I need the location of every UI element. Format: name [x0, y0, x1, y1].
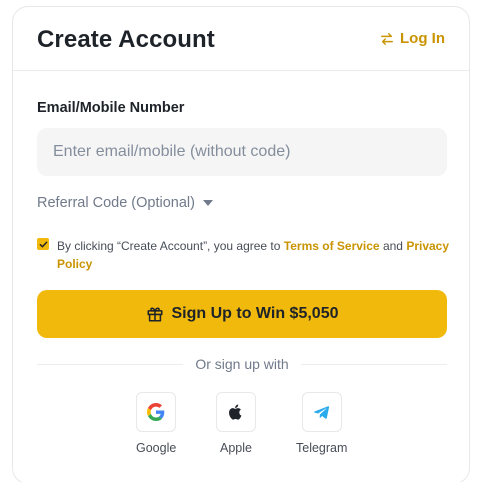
email-field[interactable] [37, 128, 447, 176]
agree-text: By clicking “Create Account”, you agree … [57, 237, 449, 273]
swap-icon [381, 32, 393, 45]
telegram-icon [313, 406, 329, 419]
social-google: Google [136, 392, 176, 455]
apple-icon [229, 404, 242, 420]
terms-of-service-link[interactable]: Terms of Service [284, 239, 380, 253]
login-link[interactable]: Log In [380, 30, 445, 47]
divider-text: Or sign up with [195, 356, 289, 372]
page-title: Create Account [37, 26, 215, 53]
signup-button-label: Sign Up to Win $5,050 [171, 305, 339, 322]
email-field-label: Email/Mobile Number [37, 100, 185, 116]
referral-code-label: Referral Code (Optional) [37, 195, 195, 211]
google-icon [147, 403, 165, 421]
signup-card: Create Account Log In Email/Mobile Numbe… [12, 6, 470, 482]
referral-code-toggle[interactable]: Referral Code (Optional) [37, 195, 213, 211]
social-divider: Or sign up with [37, 356, 447, 372]
login-link-label: Log In [400, 30, 445, 47]
apple-button[interactable] [216, 392, 256, 432]
google-button[interactable] [136, 392, 177, 432]
card-header: Create Account Log In [13, 7, 469, 71]
agree-prefix: By clicking “Create Account”, you agree … [57, 239, 284, 253]
telegram-button[interactable] [301, 392, 342, 432]
caret-down-icon [202, 200, 213, 206]
divider-line-left [37, 363, 184, 365]
apple-label: Apple [220, 441, 252, 455]
divider-line-right [300, 363, 447, 365]
gift-icon [146, 307, 163, 322]
telegram-label: Telegram [296, 441, 348, 455]
social-telegram: Telegram [296, 392, 347, 455]
signup-button[interactable]: Sign Up to Win $5,050 [37, 290, 447, 338]
agree-checkbox[interactable] [37, 238, 49, 250]
agree-and: and [379, 239, 407, 253]
terms-agreement: By clicking “Create Account”, you agree … [37, 237, 449, 273]
social-apple: Apple [216, 392, 256, 455]
google-label: Google [136, 441, 177, 455]
checkmark-icon [39, 241, 47, 247]
